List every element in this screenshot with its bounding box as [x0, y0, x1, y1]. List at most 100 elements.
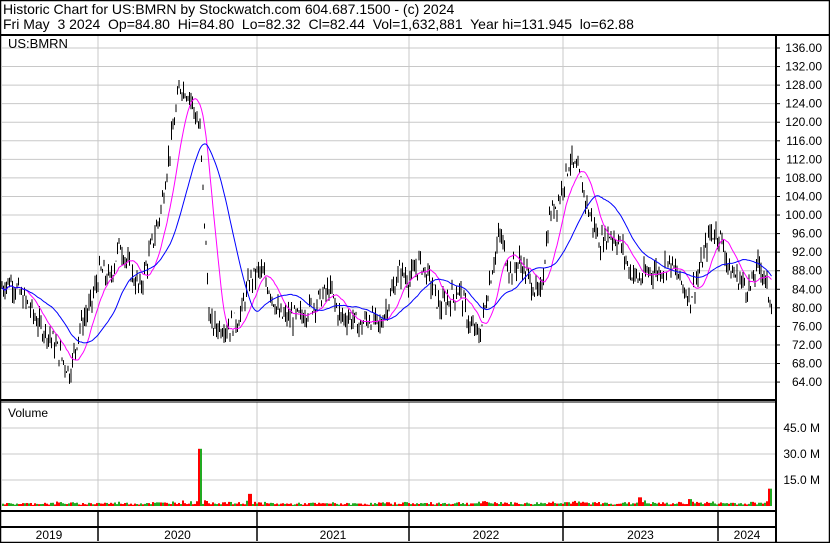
volume-bar: [398, 503, 400, 506]
volume-bar: [734, 503, 736, 506]
volume-bar: [310, 502, 312, 506]
volume-bar: [458, 502, 460, 506]
volume-bar: [510, 501, 512, 506]
volume-bar: [630, 504, 632, 506]
volume-bar: [764, 502, 766, 506]
volume-bar: [154, 502, 156, 506]
volume-bar: [428, 504, 430, 506]
volume-tick-label: 15.0 M: [783, 473, 820, 487]
price-tick-label: 88.00: [792, 264, 822, 278]
volume-bar: [228, 501, 230, 506]
volume-bar: [490, 503, 492, 506]
volume-bar: [242, 503, 244, 506]
volume-bar: [438, 502, 440, 506]
volume-bar: [516, 502, 518, 506]
volume-bar: [608, 504, 610, 506]
volume-bar: [172, 501, 174, 506]
volume-bar: [620, 503, 622, 506]
volume-bar: [218, 503, 220, 506]
volume-bar: [280, 503, 282, 506]
volume-label: Volume: [8, 406, 48, 420]
volume-bar: [622, 502, 624, 506]
volume-bar: [340, 503, 342, 506]
volume-bar: [80, 504, 82, 506]
year-label-2022: 2022: [473, 528, 500, 542]
volume-bar: [222, 502, 224, 506]
volume-bar: [690, 499, 692, 506]
volume-bar: [148, 503, 150, 506]
volume-tick-label: 45.0 M: [783, 421, 820, 435]
volume-bar: [180, 504, 182, 506]
volume-bar: [554, 503, 556, 506]
year-label-2024: 2024: [734, 528, 761, 542]
volume-bar: [482, 501, 484, 506]
volume-bar: [400, 504, 402, 506]
volume-bar: [64, 503, 66, 506]
volume-bar: [468, 504, 470, 506]
volume-bar: [712, 501, 714, 506]
volume-bar: [22, 503, 24, 506]
volume-bar: [436, 503, 438, 506]
volume-bar: [296, 503, 298, 506]
year-label-2021: 2021: [320, 528, 347, 542]
volume-bar: [632, 503, 634, 506]
volume-bar: [646, 503, 648, 506]
volume-bar: [42, 503, 44, 506]
volume-bar: [424, 503, 426, 506]
volume-bar: [628, 502, 630, 506]
volume-bar: [4, 504, 6, 506]
price-tick-label: 84.00: [792, 282, 822, 296]
volume-bar: [34, 503, 36, 506]
volume-bar: [298, 502, 300, 506]
volume-bar: [700, 502, 702, 506]
volume-bar: [496, 503, 498, 506]
volume-bar: [152, 502, 154, 506]
volume-bar: [350, 504, 352, 506]
volume-bar: [192, 504, 194, 506]
volume-bar: [132, 504, 134, 506]
volume-bar: [54, 504, 56, 506]
volume-bar: [316, 504, 318, 506]
price-tick-label: 96.00: [792, 227, 822, 241]
volume-bar: [650, 504, 652, 506]
volume-bar: [534, 504, 536, 506]
volume-bar: [724, 503, 726, 506]
volume-bar: [412, 503, 414, 506]
volume-bar: [568, 502, 570, 506]
volume-bar: [520, 504, 522, 506]
volume-bar: [12, 503, 14, 506]
price-tick-label: 136.00: [785, 41, 822, 55]
price-tick-label: 64.00: [792, 375, 822, 389]
volume-bar: [616, 503, 618, 506]
volume-bar: [40, 504, 42, 506]
volume-bar: [544, 503, 546, 506]
volume-bar: [118, 501, 120, 506]
volume-bar: [664, 503, 666, 506]
volume-bar: [198, 448, 200, 506]
volume-bar: [122, 504, 124, 506]
volume-bar: [652, 502, 654, 506]
volume-bar: [78, 504, 80, 506]
volume-bar: [108, 503, 110, 506]
volume-bar: [590, 504, 592, 506]
volume-bar: [116, 504, 118, 506]
volume-bar: [344, 504, 346, 506]
volume-bar: [244, 504, 246, 506]
volume-bar: [360, 503, 362, 506]
volume-bar: [500, 502, 502, 506]
volume-bar: [598, 502, 600, 506]
price-tick-label: 68.00: [792, 357, 822, 371]
volume-bar: [58, 502, 60, 506]
volume-bar: [306, 504, 308, 506]
volume-bar: [166, 502, 168, 506]
volume-bar: [184, 503, 186, 506]
volume-bar: [102, 503, 104, 506]
volume-bar: [74, 503, 76, 506]
volume-bar: [402, 502, 404, 506]
volume-bar: [692, 501, 694, 506]
volume-bar: [98, 502, 100, 506]
volume-bar: [736, 504, 738, 506]
volume-bar: [670, 504, 672, 506]
volume-bar: [634, 503, 636, 506]
volume-bars: [2, 448, 772, 506]
